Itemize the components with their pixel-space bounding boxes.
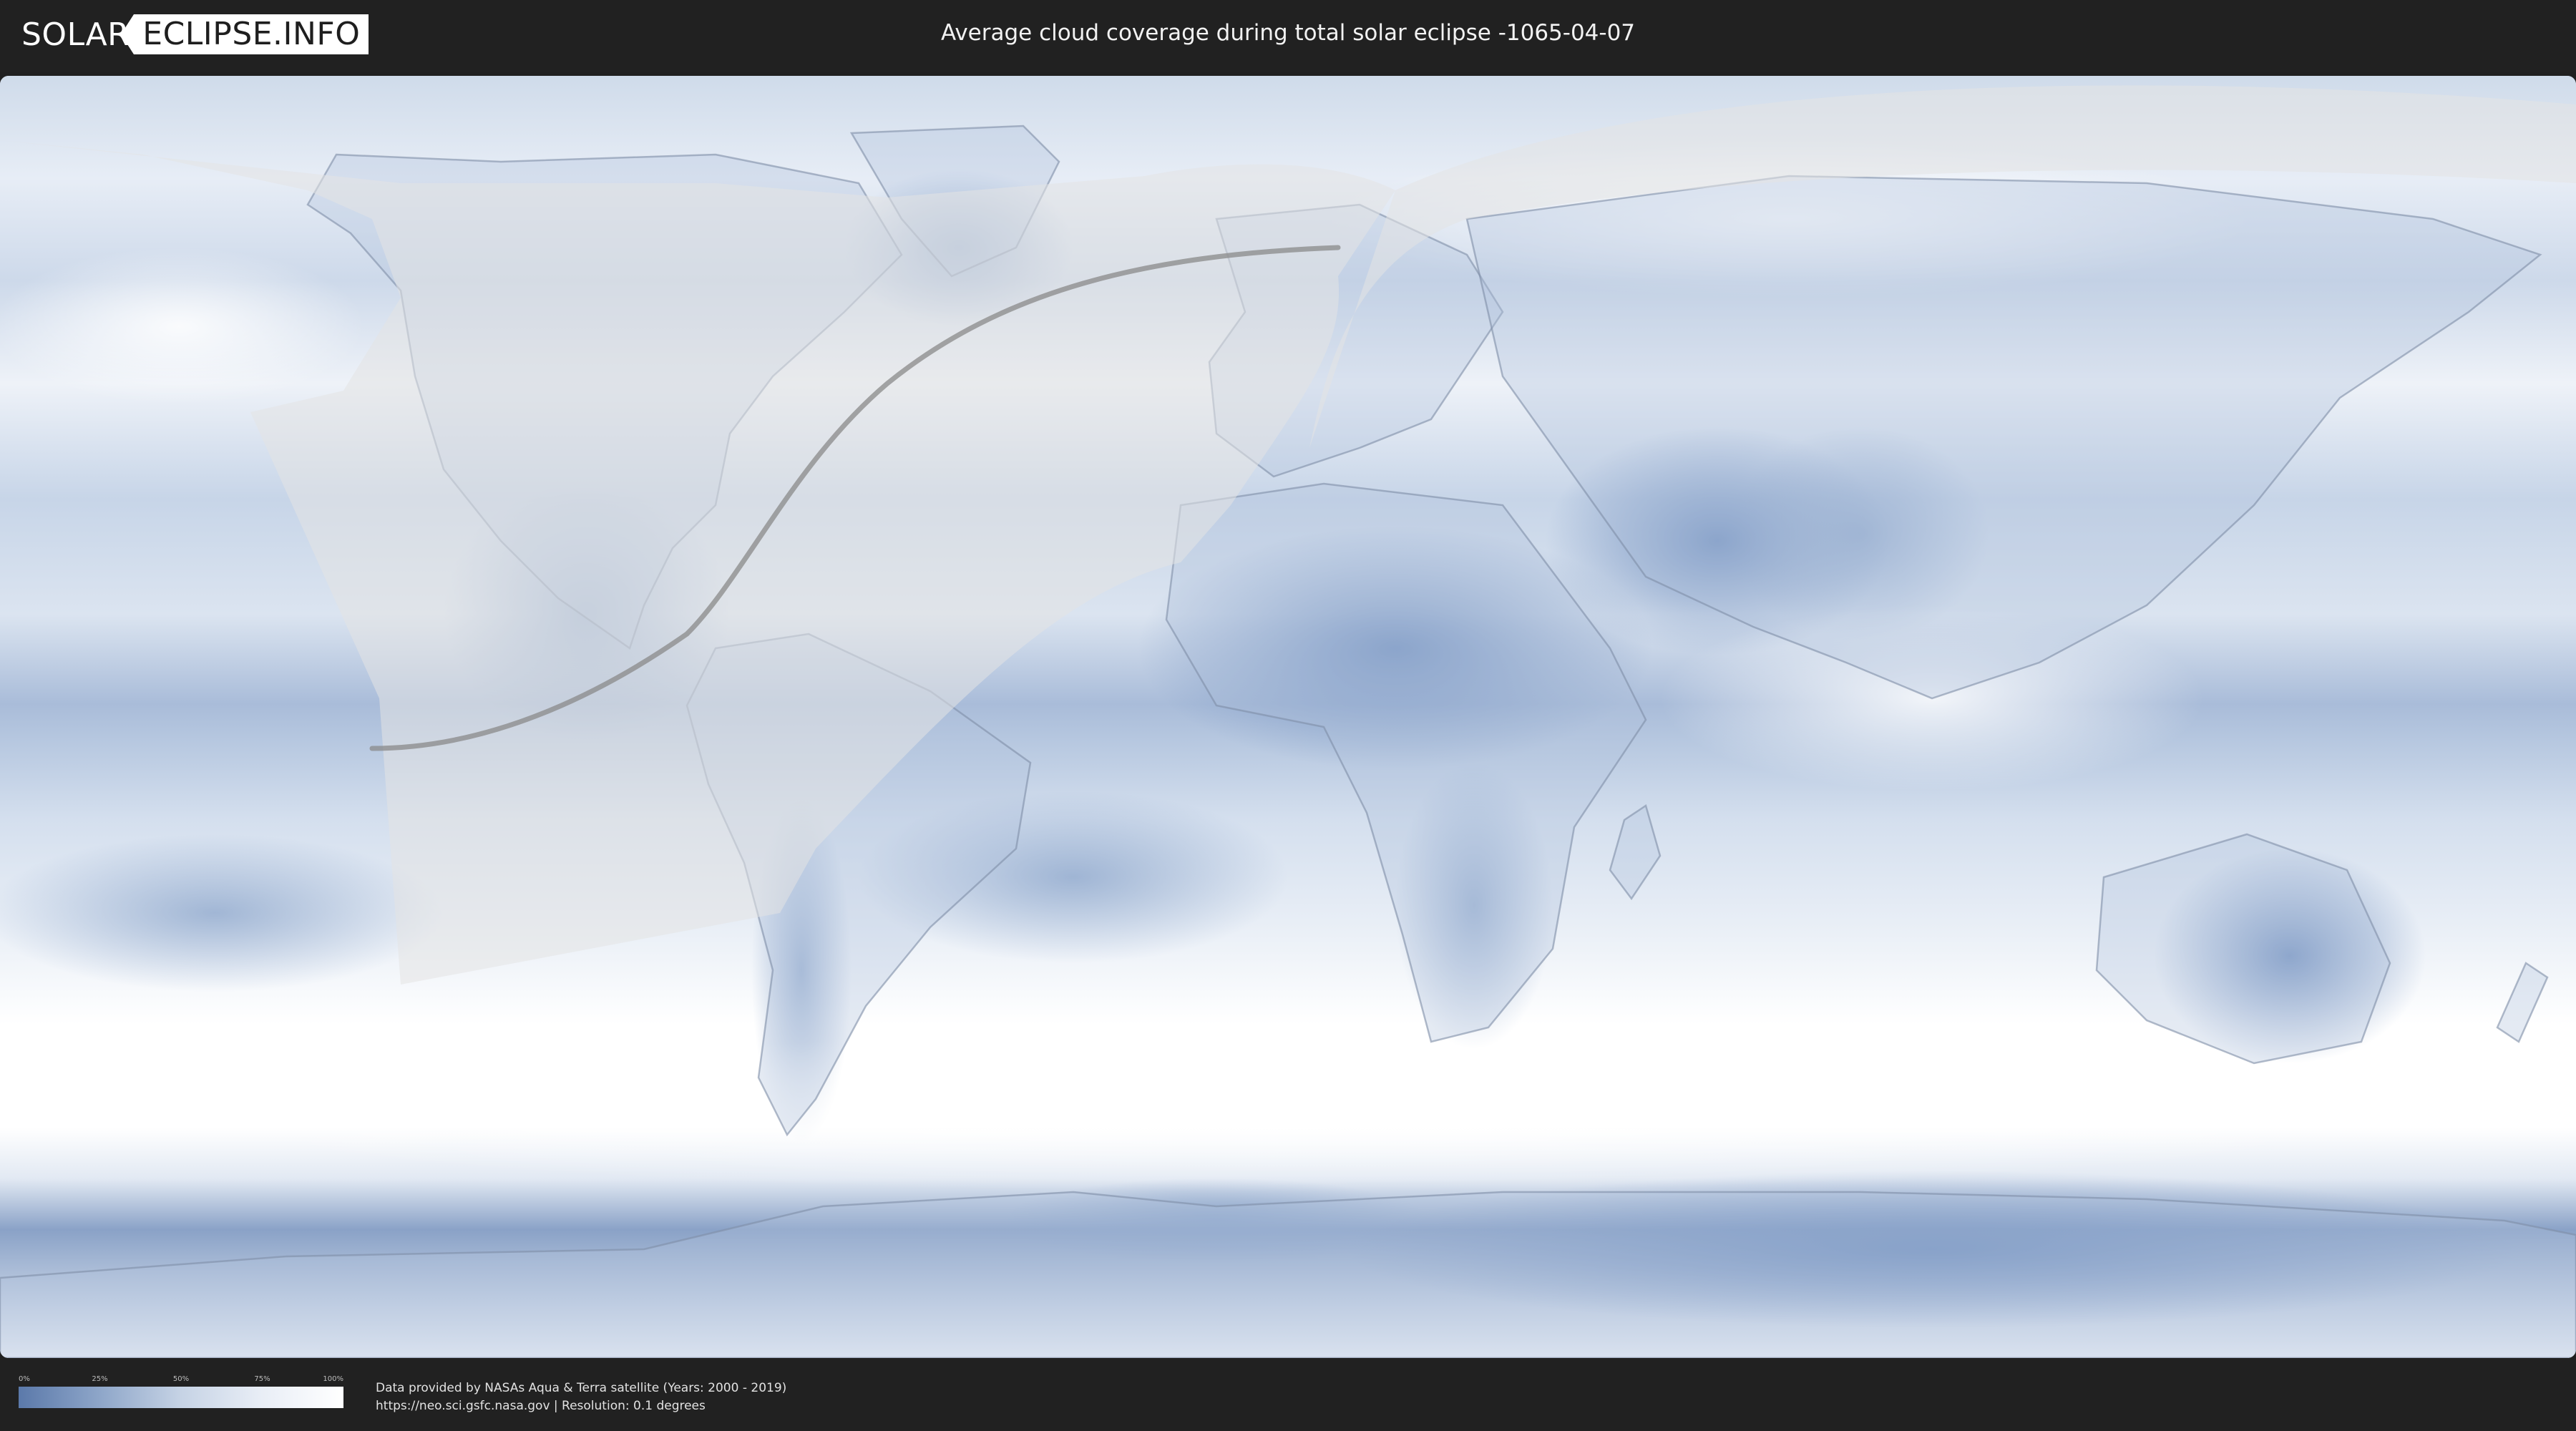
map-canvas <box>0 76 2576 1358</box>
legend-tick-100: 100% <box>323 1375 343 1383</box>
credit-line: Data provided by NASAs Aqua & Terra sate… <box>376 1381 787 1395</box>
legend-tick-25: 25% <box>92 1375 108 1383</box>
cloud-coverage-legend: 0% 25% 50% 75% 100% <box>19 1375 343 1408</box>
data-credits: Data provided by NASAs Aqua & Terra sate… <box>376 1379 786 1415</box>
legend-tick-50: 50% <box>172 1375 190 1383</box>
legend-tick-75: 75% <box>254 1375 270 1383</box>
legend-ticks: 0% 25% 50% 75% 100% <box>19 1375 343 1385</box>
header-bar: SOLAR ECLIPSE.INFO Average cloud coverag… <box>0 0 2576 72</box>
source-line[interactable]: https://neo.sci.gsfc.nasa.gov | Resoluti… <box>376 1397 786 1415</box>
page: SOLAR ECLIPSE.INFO Average cloud coverag… <box>0 0 2576 1431</box>
cloud-coverage-map[interactable] <box>0 76 2576 1358</box>
page-title: Average cloud coverage during total sola… <box>940 20 1636 46</box>
legend-tick-0: 0% <box>19 1375 30 1383</box>
footer-bar: 0% 25% 50% 75% 100% Data provided by NAS… <box>0 1358 2576 1431</box>
legend-color-scale <box>19 1387 343 1408</box>
